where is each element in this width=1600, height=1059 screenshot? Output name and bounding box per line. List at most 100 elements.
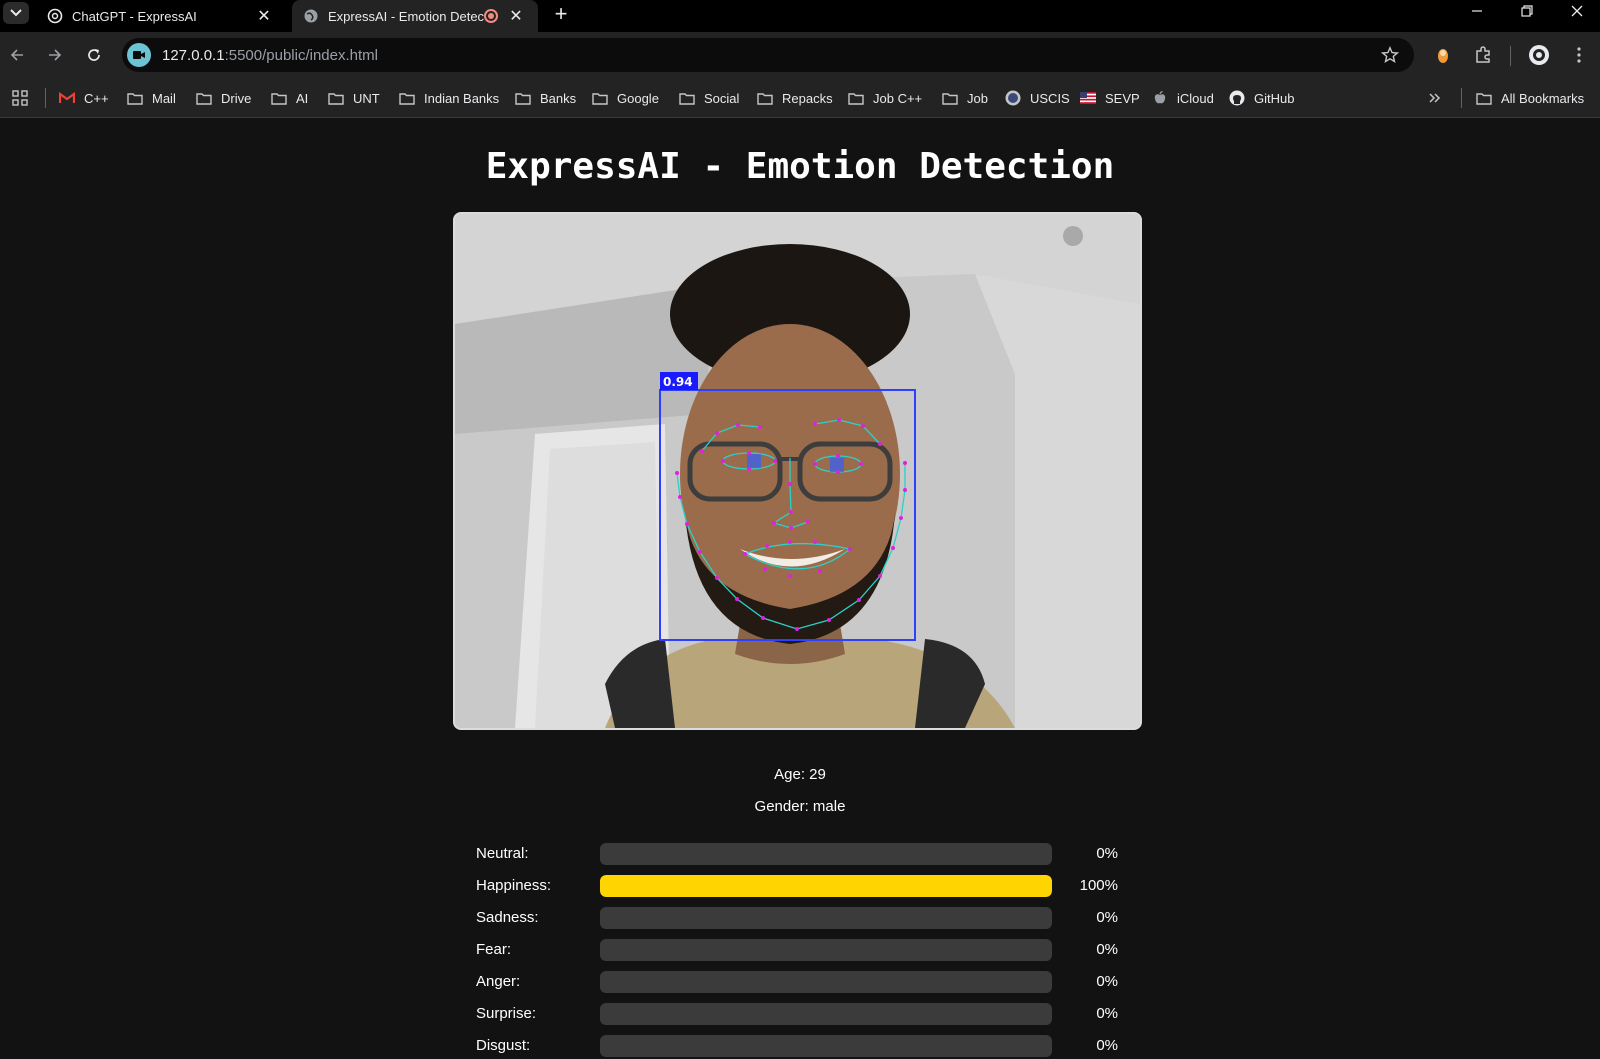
bookmark-icloud[interactable]: iCloud [1154,87,1214,109]
bookmark-cpp[interactable]: C++ [59,87,109,109]
bookmark-label: Google [617,90,659,106]
uscis-seal-icon [1005,90,1024,106]
folder-icon [399,90,418,106]
bookmark-repacks[interactable]: Repacks [757,87,833,109]
emotion-label: Fear: [476,941,512,958]
bookmark-social[interactable]: Social [679,87,740,109]
bookmark-label: Repacks [782,90,833,106]
bookmark-label: GitHub [1254,90,1295,106]
emotion-label: Happiness: [476,877,552,894]
bookmark-job-cpp[interactable]: Job C++ [848,87,922,109]
bookmark-label: AI [296,90,309,106]
arrow-left-icon [10,49,23,61]
toolbar-divider [1510,46,1511,66]
forward-button[interactable] [40,40,70,70]
close-icon [1571,5,1583,17]
emotion-label: Neutral: [476,845,529,862]
emotion-row-happiness: Happiness: 100% [476,874,1118,898]
back-button[interactable] [2,40,32,70]
bookmark-star-icon[interactable] [1380,45,1400,65]
extension-icon[interactable] [1432,44,1454,66]
bookmarks-bar: C++ Mail Drive AI UNT Indian Banks Banks… [0,78,1600,118]
bookmark-label: UNT [353,90,380,106]
bookmark-label: Job [967,90,988,106]
bookmark-mail[interactable]: Mail [127,87,176,109]
bookmark-label: SEVP [1105,90,1140,106]
bookmark-indian-banks[interactable]: Indian Banks [399,87,499,109]
emotion-percent: 0% [1096,845,1118,862]
bookmark-label: USCIS [1030,90,1070,106]
bookmark-uscis[interactable]: USCIS [1005,87,1070,109]
bookmark-ai[interactable]: AI [271,87,309,109]
folder-icon [942,90,961,106]
arrow-right-icon [49,49,62,61]
bookmark-github[interactable]: GitHub [1229,87,1295,109]
profile-avatar-icon[interactable] [1528,44,1550,66]
emotion-bar-track [600,1035,1052,1057]
bookmark-sevp[interactable]: SEVP [1080,87,1140,109]
bookmark-label: iCloud [1177,90,1214,106]
all-bookmarks-label: All Bookmarks [1501,90,1585,106]
bookmark-job[interactable]: Job [942,87,988,109]
confidence-score: 0.94 [663,375,693,389]
tab-chatgpt[interactable]: ChatGPT - ExpressAI ✕ [36,0,286,32]
apple-icon [1154,90,1171,106]
us-flag-icon [1080,90,1099,106]
close-tab-icon[interactable]: ✕ [506,6,526,26]
bookmarks-divider [45,88,46,108]
url-text: 127.0.0.1:5500/public/index.html [162,47,378,64]
extensions-puzzle-icon[interactable] [1472,44,1494,66]
reload-button[interactable] [79,40,109,70]
emotion-bar-track [600,907,1052,929]
double-chevron-right-icon [1429,93,1441,103]
site-info-icon[interactable] [127,43,151,67]
emotion-percent: 0% [1096,1005,1118,1022]
folder-icon [1476,90,1495,106]
close-tab-icon[interactable]: ✕ [254,6,274,26]
bookmark-label: Banks [540,90,577,106]
emotion-label: Disgust: [476,1037,531,1054]
tab-expressai[interactable]: ExpressAI - Emotion Detecti ✕ [292,0,538,32]
minimize-icon [1472,10,1482,12]
webcam-video-feed: 0.94 [453,212,1142,730]
tab-strip: ChatGPT - ExpressAI ✕ ExpressAI - Emotio… [0,0,1600,32]
globe-icon [302,7,320,25]
emotion-bar-track [600,1003,1052,1025]
restore-button[interactable] [1504,0,1550,22]
emotion-row-anger: Anger: 0% [476,970,1118,994]
emotion-row-sadness: Sadness: 0% [476,906,1118,930]
emotion-row-neutral: Neutral: 0% [476,842,1118,866]
emotion-percent: 0% [1096,973,1118,990]
bookmark-drive[interactable]: Drive [196,87,251,109]
folder-icon [592,90,611,106]
emotion-bar-track [600,939,1052,961]
emotion-bar-fill [600,875,1052,897]
folder-icon [679,90,698,106]
more-bookmarks-button[interactable] [1428,87,1448,109]
gender-readout: Gender: male [754,798,846,815]
tab-search-button[interactable] [3,2,29,24]
address-bar[interactable]: 127.0.0.1:5500/public/index.html [122,38,1414,72]
tab-title: ExpressAI - Emotion Detecti [328,8,484,24]
bookmark-google[interactable]: Google [592,87,659,109]
folder-icon [196,90,215,106]
emotion-percent: 0% [1096,941,1118,958]
emotion-row-fear: Fear: 0% [476,938,1118,962]
bookmark-label: Social [704,90,740,106]
emotion-percent: 100% [1079,877,1118,894]
folder-icon [848,90,867,106]
emotion-label: Sadness: [476,909,539,926]
folder-icon [515,90,534,106]
page-title: ExpressAI - Emotion Detection [485,146,1115,187]
tab-title: ChatGPT - ExpressAI [72,8,197,24]
folder-icon [757,90,776,106]
minimize-button[interactable] [1454,0,1500,22]
apps-grid-icon[interactable] [12,87,34,109]
menu-kebab-icon[interactable] [1568,44,1590,66]
new-tab-button[interactable]: + [548,1,574,26]
bookmark-banks[interactable]: Banks [515,87,577,109]
all-bookmarks-button[interactable]: All Bookmarks [1476,87,1585,109]
close-window-button[interactable] [1554,0,1600,22]
emotion-bar-track [600,971,1052,993]
bookmark-unt[interactable]: UNT [328,87,380,109]
